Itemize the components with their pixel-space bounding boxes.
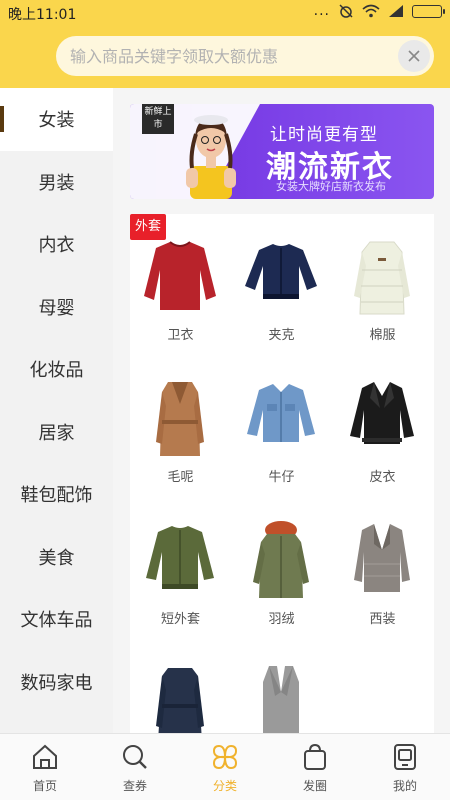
profile-icon bbox=[394, 744, 416, 770]
category-sidebar: 女装 男装 内衣 母婴 化妆品 居家 鞋包配饰 美食 文体车品 数码家电 bbox=[0, 88, 113, 733]
leather-jacket-image bbox=[350, 382, 414, 444]
search-input[interactable] bbox=[56, 36, 386, 76]
sidebar-item-men[interactable]: 男装 bbox=[0, 151, 113, 214]
tab-moments[interactable]: 发圈 bbox=[270, 734, 360, 800]
clear-search-button[interactable] bbox=[398, 40, 430, 72]
tab-label: 我的 bbox=[392, 779, 417, 793]
plaid-blazer-image bbox=[354, 524, 410, 592]
product-panel: 卫衣 夹克 棉服 毛呢 牛仔 皮衣 短外套 羽绒 西装 外套 bbox=[130, 214, 434, 733]
sidebar-item-baby[interactable]: 母婴 bbox=[0, 276, 113, 339]
grey-vest-image bbox=[263, 666, 299, 733]
wifi-icon bbox=[362, 4, 380, 18]
more-dots: ... bbox=[313, 3, 330, 19]
sidebar-item-shoes-bags[interactable]: 鞋包配饰 bbox=[0, 463, 113, 526]
sidebar-item-label: 文体车品 bbox=[20, 610, 93, 632]
product-label: 皮衣 bbox=[369, 470, 396, 485]
navy-trench-image bbox=[156, 668, 204, 733]
sidebar-item-label: 内衣 bbox=[38, 235, 75, 257]
product-item-jacket[interactable]: 夹克 bbox=[231, 220, 332, 360]
status-time: 晚上11:01 bbox=[8, 7, 77, 23]
sidebar-item-home[interactable]: 居家 bbox=[0, 401, 113, 464]
denim-jacket-image bbox=[247, 384, 315, 442]
product-label: 毛呢 bbox=[167, 470, 194, 485]
product-item-denim[interactable]: 牛仔 bbox=[231, 362, 332, 502]
product-label: 夹克 bbox=[268, 328, 295, 343]
search-bar[interactable] bbox=[56, 36, 434, 76]
category-content: 新鲜上市 让时尚更有型 潮流新衣 女装大牌好店新衣发布 卫衣 夹克 棉服 毛呢 … bbox=[113, 88, 450, 733]
sidebar-item-label: 美食 bbox=[38, 547, 75, 569]
tab-label: 分类 bbox=[212, 779, 237, 793]
promo-banner[interactable]: 新鲜上市 让时尚更有型 潮流新衣 女装大牌好店新衣发布 bbox=[130, 104, 434, 199]
product-item-leather[interactable]: 皮衣 bbox=[332, 362, 433, 502]
tab-category[interactable]: 分类 bbox=[180, 734, 270, 800]
status-icons: ... bbox=[313, 3, 445, 19]
green-parka-image bbox=[253, 521, 309, 598]
product-label: 卫衣 bbox=[167, 328, 194, 343]
battery-icon bbox=[412, 4, 445, 18]
white-puffer-image bbox=[354, 241, 410, 315]
camel-coat-image bbox=[156, 382, 204, 456]
product-item-suit[interactable]: 西装 bbox=[332, 504, 433, 644]
bottom-tab-bar: 首页 查券 分类 发圈 我的 bbox=[0, 733, 450, 800]
product-item-short-coat[interactable]: 短外套 bbox=[130, 504, 231, 644]
alarm-off-icon bbox=[339, 4, 353, 18]
app-header: 晚上11:01 ... bbox=[0, 0, 450, 88]
product-label: 棉服 bbox=[369, 328, 396, 343]
model-image bbox=[186, 115, 236, 199]
green-bomber-image bbox=[146, 526, 214, 589]
category-tag: 外套 bbox=[130, 214, 167, 240]
product-label: 牛仔 bbox=[268, 470, 295, 485]
sidebar-item-underwear[interactable]: 内衣 bbox=[0, 213, 113, 276]
home-icon bbox=[33, 744, 57, 769]
navy-bomber-image bbox=[245, 244, 317, 299]
search-coupon-icon bbox=[123, 745, 147, 769]
bag-icon bbox=[304, 743, 326, 770]
sidebar-item-label: 化妆品 bbox=[29, 360, 84, 382]
sidebar-item-label: 鞋包配饰 bbox=[20, 485, 93, 507]
tab-label: 查券 bbox=[122, 779, 147, 793]
product-label: 短外套 bbox=[160, 612, 200, 627]
banner-subtitle: 女装大牌好店新衣发布 bbox=[276, 180, 386, 193]
product-item-wool-coat[interactable]: 毛呢 bbox=[130, 362, 231, 502]
product-item-vest[interactable] bbox=[231, 646, 332, 733]
product-item-padded-coat[interactable]: 棉服 bbox=[332, 220, 433, 360]
sidebar-item-cosmetics[interactable]: 化妆品 bbox=[0, 338, 113, 401]
sidebar-item-label: 女装 bbox=[38, 110, 75, 132]
product-item-trench[interactable] bbox=[130, 646, 231, 733]
banner-tag: 新鲜上市 bbox=[142, 104, 174, 134]
tab-home[interactable]: 首页 bbox=[0, 734, 90, 800]
product-item-hoodie[interactable]: 卫衣 bbox=[130, 220, 231, 360]
status-bar: 晚上11:01 ... bbox=[0, 0, 450, 26]
tab-label: 首页 bbox=[32, 779, 57, 793]
sidebar-item-women[interactable]: 女装 bbox=[0, 88, 113, 151]
sidebar-item-food[interactable]: 美食 bbox=[0, 526, 113, 589]
sidebar-item-label: 男装 bbox=[38, 172, 75, 194]
sidebar-item-label: 居家 bbox=[38, 422, 75, 444]
sidebar-item-label: 数码家电 bbox=[20, 672, 93, 694]
tab-label: 发圈 bbox=[302, 779, 327, 793]
product-label: 西装 bbox=[369, 612, 396, 627]
product-label: 羽绒 bbox=[268, 612, 295, 627]
red-sweater-image bbox=[144, 241, 216, 310]
tab-coupon[interactable]: 查券 bbox=[90, 734, 180, 800]
tab-profile[interactable]: 我的 bbox=[360, 734, 450, 800]
sidebar-item-electronics[interactable]: 数码家电 bbox=[0, 651, 113, 714]
category-icon bbox=[212, 744, 238, 770]
product-item-down[interactable]: 羽绒 bbox=[231, 504, 332, 644]
sidebar-item-label: 母婴 bbox=[38, 297, 75, 319]
sidebar-item-sports-auto[interactable]: 文体车品 bbox=[0, 588, 113, 651]
close-icon bbox=[408, 50, 420, 62]
signal-icon bbox=[389, 5, 403, 17]
